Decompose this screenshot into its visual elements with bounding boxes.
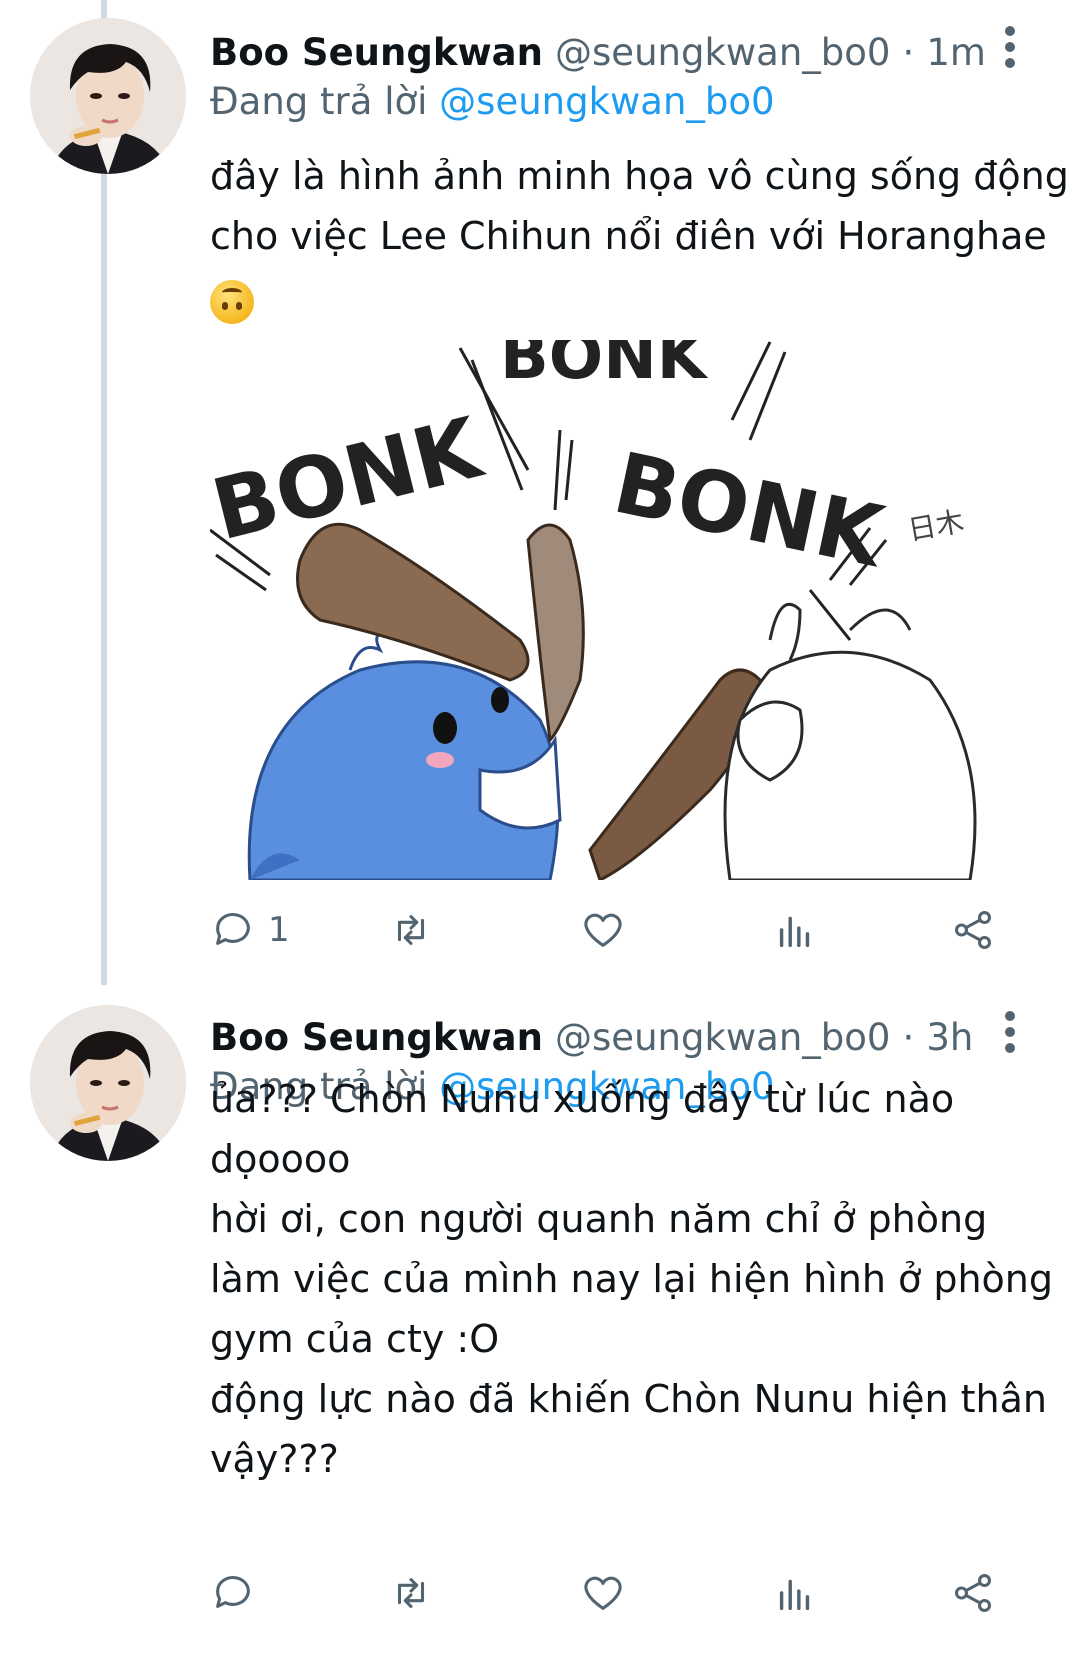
tweet-actions bbox=[210, 1563, 1000, 1623]
user-handle[interactable]: @seungkwan_bo0 bbox=[555, 31, 890, 74]
reply-handle-link[interactable]: @seungkwan_bo0 bbox=[439, 80, 774, 123]
retweet-button[interactable] bbox=[388, 900, 434, 960]
tweet-text-line: làm việc của mình nay lại hiện hình ở ph… bbox=[210, 1257, 1053, 1301]
share-icon bbox=[954, 911, 992, 949]
tweet-text-line: đây là hình ảnh minh họa vô cùng sống độ… bbox=[210, 154, 1069, 198]
reply-icon bbox=[216, 913, 250, 945]
tweet-media-image[interactable]: BONK BONK BONK 日木 bbox=[210, 340, 1010, 880]
share-button[interactable] bbox=[950, 1563, 996, 1623]
view-stats-button[interactable] bbox=[772, 900, 818, 960]
tweet[interactable]: Boo Seungkwan @seungkwan_bo0 · 3h Đang t… bbox=[0, 985, 1080, 1660]
separator: · bbox=[902, 1016, 915, 1059]
stats-icon bbox=[779, 916, 810, 948]
reply-icon bbox=[216, 1576, 250, 1608]
tweet-actions: 1 bbox=[210, 900, 1000, 960]
display-name[interactable]: Boo Seungkwan bbox=[210, 31, 543, 74]
retweet-icon bbox=[397, 915, 425, 945]
tweet-header: Boo Seungkwan @seungkwan_bo0 · 3h bbox=[210, 1007, 973, 1067]
like-icon bbox=[584, 1576, 622, 1610]
tweet[interactable]: Boo Seungkwan @seungkwan_bo0 · 1m Đang t… bbox=[0, 0, 1080, 985]
more-icon[interactable] bbox=[998, 26, 1022, 70]
tweet-text-line: động lực nào đã khiến Chòn Nunu hiện thâ… bbox=[210, 1377, 1047, 1421]
tweet-text-line: hời ơi, con người quanh năm chỉ ở phòng bbox=[210, 1197, 988, 1241]
replying-to: Đang trả lời @seungkwan_bo0 bbox=[210, 76, 775, 128]
reply-button[interactable]: 1 bbox=[210, 900, 290, 960]
share-button[interactable] bbox=[950, 900, 996, 960]
share-icon bbox=[954, 1574, 992, 1612]
tweet-text: đây là hình ảnh minh họa vô cùng sống độ… bbox=[210, 146, 1069, 326]
display-name[interactable]: Boo Seungkwan bbox=[210, 1016, 543, 1059]
like-button[interactable] bbox=[580, 900, 626, 960]
like-button[interactable] bbox=[580, 1563, 626, 1623]
upside-down-face-icon bbox=[210, 279, 254, 324]
retweet-button[interactable] bbox=[388, 1563, 434, 1623]
tweet-text-line: cho việc Lee Chihun nổi điên với Horangh… bbox=[210, 214, 1047, 258]
tweet-text: ủa??? Chòn Nunu xuống đây từ lúc nào dọo… bbox=[210, 1069, 1053, 1489]
reply-prefix: Đang trả lời bbox=[210, 80, 428, 123]
tweet-header: Boo Seungkwan @seungkwan_bo0 · 1m bbox=[210, 22, 986, 82]
timestamp[interactable]: 3h bbox=[926, 1016, 973, 1059]
separator: · bbox=[902, 31, 915, 74]
like-icon bbox=[584, 913, 622, 947]
reply-button[interactable] bbox=[210, 1563, 268, 1623]
tweet-text-line: ủa??? Chòn Nunu xuống đây từ lúc nào bbox=[210, 1077, 955, 1121]
reply-count: 1 bbox=[268, 910, 290, 950]
timestamp[interactable]: 1m bbox=[926, 31, 986, 74]
tweet-text-line: vậy??? bbox=[210, 1437, 339, 1481]
stats-icon bbox=[779, 1579, 810, 1611]
tweet-text-line: gym của cty :O bbox=[210, 1317, 500, 1361]
view-stats-button[interactable] bbox=[772, 1563, 818, 1623]
tweet-text-line: dọoooo bbox=[210, 1137, 351, 1181]
retweet-icon bbox=[397, 1578, 425, 1608]
sfx-text: BONK bbox=[500, 340, 709, 394]
more-icon[interactable] bbox=[998, 1011, 1022, 1055]
avatar[interactable] bbox=[30, 1005, 186, 1161]
avatar[interactable] bbox=[30, 18, 186, 174]
user-handle[interactable]: @seungkwan_bo0 bbox=[555, 1016, 890, 1059]
